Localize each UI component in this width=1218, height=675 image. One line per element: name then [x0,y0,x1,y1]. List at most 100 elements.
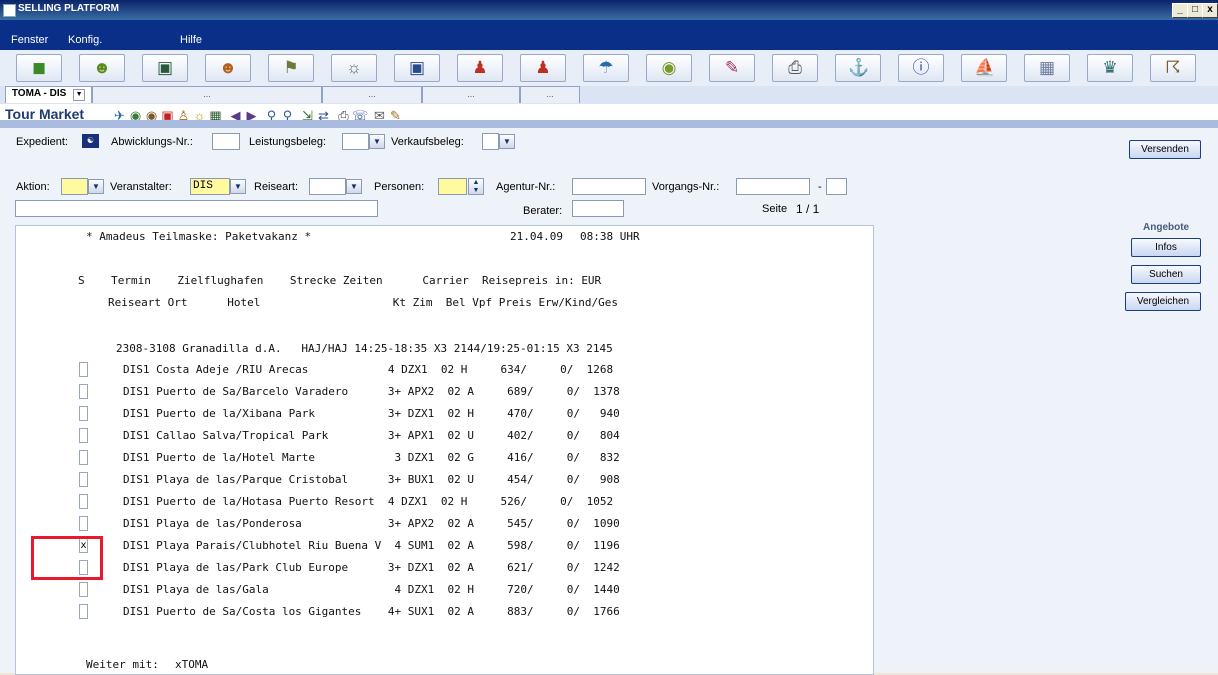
tab-empty-2[interactable]: ... [322,86,422,103]
maximize-button[interactable]: □ [1187,3,1203,18]
umbrella-icon: ☂ [598,58,614,77]
smiley-button[interactable]: ☻ [79,54,125,82]
mask-title: * Amadeus Teilmaske: Paketvakanz * [86,230,312,243]
reiseart-input[interactable] [309,178,346,195]
trip-line: 2308-3108 Granadilla d.A. HAJ/HAJ 14:25-… [116,342,613,355]
cruise-icon: ⛵ [974,58,996,77]
umbrella-button[interactable]: ☂ [583,54,629,82]
veranstalter-dropdown[interactable]: ▼ [230,179,246,194]
hotel-staff-button[interactable]: ♟ [457,54,503,82]
tab-empty-1[interactable]: ... [92,86,322,103]
map-icon: ⚑ [283,58,299,77]
window-title: SELLING PLATFORM [18,3,119,14]
cube-button[interactable]: ◼ [16,54,62,82]
row-select-field[interactable] [79,582,88,597]
tab-empty-4[interactable]: ... [520,86,580,103]
hotel-staff-add-icon: ♟ [535,58,551,77]
selection-highlight [31,536,103,580]
row-select-field[interactable] [79,516,88,531]
veranstalter-input[interactable]: DIS [190,178,230,195]
money-button[interactable]: ◉ [646,54,692,82]
offer-row: DIS1 Puerto de la/Hotel Marte 3 DZX1 02 … [123,451,620,464]
vorgang-suffix-input[interactable] [826,178,847,195]
row-select-field[interactable] [79,362,88,377]
tab-label: TOMA - DIS [11,88,67,99]
ship-button[interactable]: ⚓ [835,54,881,82]
map-button[interactable]: ⚑ [268,54,314,82]
aktion-dropdown[interactable]: ▼ [88,179,104,194]
money-icon: ◉ [661,58,677,77]
chevron-down-icon[interactable]: ▼ [73,89,86,101]
tab-label: ... [546,89,554,99]
leistungsbeleg-input[interactable] [342,133,369,150]
free-text-input[interactable] [15,200,378,217]
verkaufsbeleg-dropdown[interactable]: ▼ [499,134,515,149]
vorgang-dash: - [818,181,822,193]
row-select-field[interactable] [79,604,88,619]
row-select-field[interactable] [79,428,88,443]
sun-button[interactable]: ☼ [331,54,377,82]
notepad-icon: ✎ [724,58,740,77]
print-button[interactable]: ⎙ [772,54,818,82]
person-icon: ☻ [219,58,237,77]
window-button[interactable]: ▦ [1024,54,1070,82]
agentur-input[interactable] [572,178,646,195]
offer-row: DIS1 Playa de las/Park Club Europe 3+ DZ… [123,561,620,574]
notepad-button[interactable]: ✎ [709,54,755,82]
menu-konfig[interactable]: Konfig. [68,34,102,46]
title-bar: SELLING PLATFORM _ □ x [0,0,1218,20]
infos-button[interactable]: Infos [1131,238,1201,257]
menu-hilfe[interactable]: Hilfe [180,34,202,46]
weiter-input[interactable]: xTOMA [175,658,208,671]
vorgang-label: Vorgangs-Nr.: [652,181,720,193]
agentur-label: Agentur-Nr.: [496,181,556,193]
app-icon [3,4,16,17]
expedient-picker-icon[interactable]: ☯ [82,134,99,148]
offer-row: DIS1 Puerto de la/Xibana Park 3+ DZX1 02… [123,407,620,420]
sun-icon: ☼ [346,58,362,77]
row-select-field[interactable] [79,384,88,399]
offer-row: DIS1 Costa Adeje /RIU Arecas 4 DZX1 02 H… [123,363,614,376]
reiseart-dropdown[interactable]: ▼ [346,179,362,194]
info-icon: ⓘ [912,58,930,77]
leistungsbeleg-dropdown[interactable]: ▼ [369,134,385,149]
tab-label: ... [368,89,376,99]
print-icon: ⎙ [788,58,802,77]
row-select-field[interactable] [79,450,88,465]
personen-stepper[interactable]: ▲ ▼ [468,178,484,195]
row-select-field[interactable] [79,406,88,421]
info-button[interactable]: ⓘ [898,54,944,82]
scroll-button[interactable]: ☈ [1150,54,1196,82]
menu-fenster[interactable]: Fenster [11,34,48,46]
row-select-field[interactable] [79,494,88,509]
verkaufsbeleg-input[interactable] [482,133,499,150]
tab-empty-3[interactable]: ... [422,86,520,103]
tab-toma-dis[interactable]: TOMA - DIS ▼ [5,86,92,103]
berater-input[interactable] [572,200,624,217]
bell-icon: ♛ [1102,58,1118,77]
row-select-field[interactable] [79,472,88,487]
veranstalter-label: Veranstalter: [110,181,172,193]
smiley-icon: ☻ [93,58,111,77]
versenden-button[interactable]: Versenden [1129,140,1201,159]
expedient-label: Expedient: [16,136,68,148]
close-button[interactable]: x [1202,3,1218,18]
cruise-button[interactable]: ⛵ [961,54,1007,82]
vorgang-input[interactable] [736,178,810,195]
screen-button[interactable]: ▣ [142,54,188,82]
page-indicator: 1 / 1 [796,202,820,216]
aktion-input[interactable] [61,178,88,195]
personen-input[interactable] [438,178,467,195]
bell-button[interactable]: ♛ [1087,54,1133,82]
person-button[interactable]: ☻ [205,54,251,82]
mask-time: 08:38 UHR [580,230,640,243]
suchen-button[interactable]: Suchen [1131,265,1201,284]
seite-label: Seite [762,203,788,215]
cube-icon: ◼ [31,58,47,77]
car-button[interactable]: ▣ [394,54,440,82]
ship-icon: ⚓ [848,58,870,77]
abwicklung-input[interactable] [212,133,240,150]
hotel-staff-add-button[interactable]: ♟ [520,54,566,82]
vergleichen-button[interactable]: Vergleichen [1125,292,1201,311]
minimize-button[interactable]: _ [1172,3,1188,18]
